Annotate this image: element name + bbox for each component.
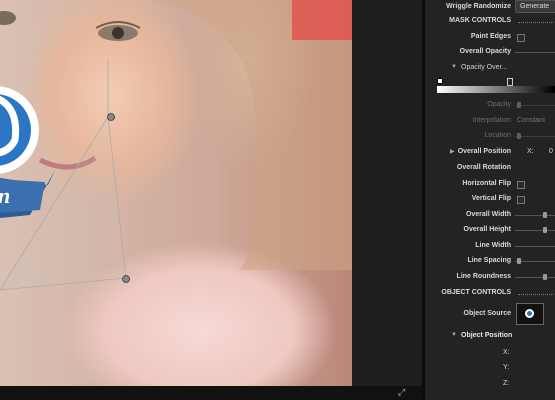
paint-edges-label: Paint Edges <box>470 33 511 40</box>
overall-position-label: Overall Position <box>457 148 511 155</box>
position-x-value[interactable]: 0 <box>549 148 553 155</box>
opacity-overlay-row[interactable]: ▼ Opacity Over... <box>425 61 555 77</box>
inspector-panel: Wriggle Randomize Generate MASK CONTROLS… <box>425 0 555 400</box>
overall-rotation-row: Overall Rotation <box>425 161 555 177</box>
line-width-label: Line Width <box>475 242 511 249</box>
vertical-flip-row: Vertical Flip <box>425 192 555 208</box>
object-source-label: Object Source <box>463 310 511 317</box>
line-width-slider[interactable] <box>515 246 555 247</box>
object-y-row: Y: <box>425 361 555 377</box>
line-spacing-label: Line Spacing <box>467 257 511 264</box>
divider-dots <box>518 22 555 23</box>
location-slider[interactable] <box>515 133 555 139</box>
object-source-thumbnail[interactable] <box>516 303 544 325</box>
opacity-label: Opacity <box>487 101 511 108</box>
mask-controls-heading: MASK CONTROLS <box>449 17 511 24</box>
opacity-overlay-label: Opacity Over... <box>461 64 508 71</box>
vertical-flip-label: Vertical Flip <box>471 195 511 202</box>
mask-point-top <box>107 113 115 121</box>
overall-width-label: Overall Width <box>465 211 511 218</box>
interpolation-label: Interpolation <box>472 117 511 124</box>
overall-height-label: Overall Height <box>463 226 511 233</box>
video-viewer[interactable]: n <box>0 0 352 386</box>
viewer-toolbar: ⤢ <box>0 386 422 400</box>
line-roundness-label: Line Roundness <box>456 273 511 280</box>
overall-opacity-slider[interactable] <box>515 52 555 53</box>
object-position-label: Object Position <box>461 332 513 339</box>
disclosure-down-icon[interactable]: ▼ <box>451 64 457 70</box>
generate-button[interactable]: Generate <box>515 0 555 13</box>
horizontal-flip-checkbox[interactable] <box>517 181 525 189</box>
position-x-label: X: <box>527 148 534 155</box>
overall-rotation-label: Overall Rotation <box>456 164 511 171</box>
vertical-flip-checkbox[interactable] <box>517 196 525 204</box>
paint-edges-row: Paint Edges <box>425 30 555 46</box>
overall-width-row: Overall Width <box>425 208 555 224</box>
overall-height-row: Overall Height <box>425 223 555 239</box>
overall-width-slider[interactable] <box>515 212 555 218</box>
interpolation-value[interactable]: Constant <box>517 117 545 124</box>
object-source-row: Object Source <box>425 303 555 325</box>
object-position-row[interactable]: ▼ Object Position <box>425 329 555 345</box>
object-thumbnail-icon <box>525 309 534 318</box>
object-z-row: Z: <box>425 377 555 393</box>
location-row: Location <box>425 129 555 145</box>
paint-edges-checkbox[interactable] <box>517 34 525 42</box>
object-controls-row: OBJECT CONTROLS <box>425 286 555 302</box>
object-x-row: X: <box>425 346 555 362</box>
object-z-label: Z: <box>503 380 510 387</box>
gradient-editor[interactable] <box>437 78 555 96</box>
horizontal-flip-row: Horizontal Flip <box>425 177 555 193</box>
viewer-overlay: n <box>0 0 352 291</box>
object-x-label: X: <box>503 349 510 356</box>
wriggle-label: Wriggle Randomize <box>446 3 511 10</box>
interpolation-row: Interpolation Constant <box>425 114 555 130</box>
opacity-row: Opacity <box>425 98 555 114</box>
divider-dots <box>518 294 555 295</box>
line-roundness-slider[interactable] <box>515 274 555 280</box>
svg-text:n: n <box>0 183 10 208</box>
overall-opacity-label: Overall Opacity <box>459 48 511 55</box>
opacity-slider[interactable] <box>515 102 555 108</box>
mask-point-bottom <box>122 275 130 283</box>
disclosure-down-icon[interactable]: ▼ <box>451 332 457 338</box>
gradient-bar[interactable] <box>437 86 555 93</box>
location-label: Location <box>484 132 511 139</box>
logo-badge: n <box>0 86 55 218</box>
gradient-mid-marker[interactable] <box>507 78 513 86</box>
line-spacing-slider[interactable] <box>515 258 555 264</box>
overall-height-slider[interactable] <box>515 227 555 233</box>
overall-position-row[interactable]: ▶ Overall Position X: 0 <box>425 145 555 161</box>
line-roundness-row: Line Roundness <box>425 270 555 286</box>
gradient-start-marker[interactable] <box>437 78 443 84</box>
disclosure-right-icon[interactable]: ▶ <box>450 148 455 155</box>
fullscreen-icon[interactable]: ⤢ <box>398 387 405 398</box>
mask-controls-row: MASK CONTROLS <box>425 14 555 30</box>
line-spacing-row: Line Spacing <box>425 254 555 270</box>
horizontal-flip-label: Horizontal Flip <box>462 180 511 187</box>
line-width-row: Line Width <box>425 239 555 255</box>
object-controls-heading: OBJECT CONTROLS <box>441 289 511 296</box>
object-y-label: Y: <box>503 364 510 371</box>
overall-opacity-row: Overall Opacity <box>425 45 555 61</box>
